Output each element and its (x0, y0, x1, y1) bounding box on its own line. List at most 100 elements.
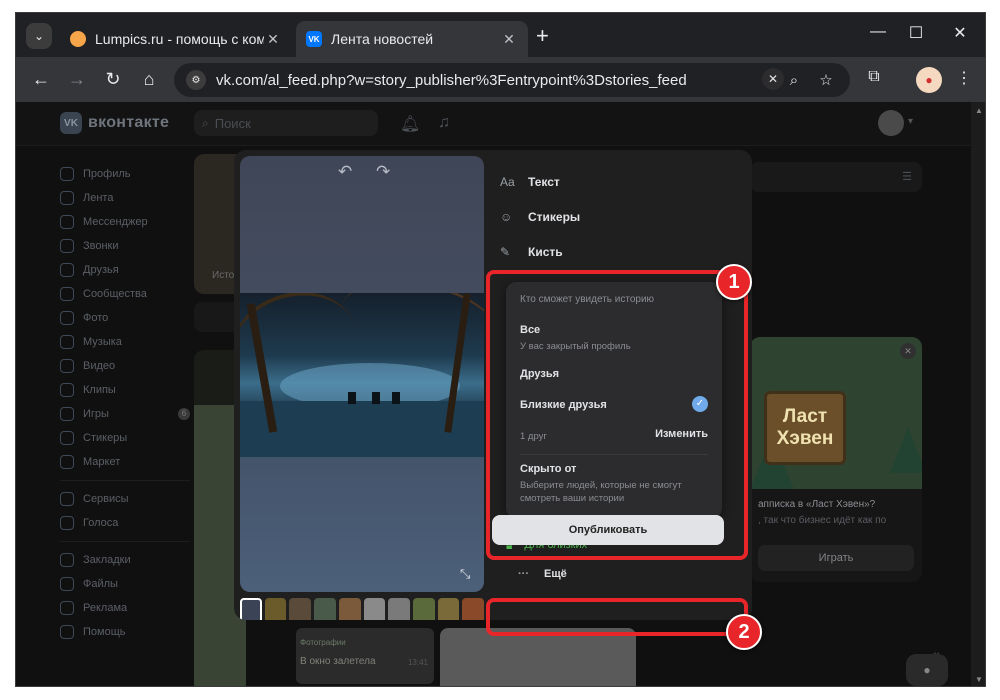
sidebar-item[interactable]: Файлы (60, 572, 190, 596)
extensions-icon[interactable]: ⧉ (862, 68, 886, 92)
new-tab-button[interactable]: + (536, 25, 549, 47)
sidebar-item[interactable]: Лента (60, 186, 190, 210)
vk-logo[interactable]: VK вконтакте (60, 112, 169, 134)
story-thumbnail[interactable] (338, 598, 361, 620)
music-note-icon[interactable]: ♫ (438, 114, 450, 132)
story-thumbnail[interactable] (412, 598, 435, 620)
sidebar-item[interactable]: Музыка (60, 330, 190, 354)
play-button[interactable]: Играть (758, 545, 914, 571)
stickers-icon (60, 431, 74, 445)
more-label: Ещё (544, 568, 567, 580)
sidebar-item[interactable]: Фото (60, 306, 190, 330)
game-logo-line: Хэвен (776, 428, 834, 449)
scrollbar[interactable]: ▲ ▼ (971, 102, 985, 686)
game-banner: Ласт Хэвен ✕ (750, 337, 922, 489)
sidebar-item-label: Закладки (83, 554, 131, 566)
lumpics-orange-icon (70, 31, 86, 47)
tool-item[interactable]: ☺ Стикеры (500, 199, 740, 234)
sidebar-item[interactable]: Сообщества (60, 282, 190, 306)
bookmark-star-icon[interactable]: ☆ (814, 71, 838, 89)
bookmarks-icon (60, 553, 74, 567)
chevron-down-icon[interactable]: ▾ (908, 116, 913, 127)
bell-icon[interactable]: 🔔︎ (400, 114, 420, 134)
sidebar-item[interactable]: Помощь (60, 620, 190, 644)
text-tool-icon: Aa (500, 174, 515, 189)
sidebar-item[interactable]: Видео (60, 354, 190, 378)
undo-icon[interactable]: ↶ (338, 162, 352, 182)
logo-text: вконтакте (88, 114, 170, 131)
avatar[interactable] (878, 110, 904, 136)
shrink-icon[interactable]: ⤡ (460, 566, 470, 582)
vk-icon: VK (306, 31, 322, 47)
scroll-up-icon[interactable]: ▲ (975, 106, 983, 115)
game-logo-line: Ласт (782, 406, 828, 427)
address-bar[interactable]: ⚙ vk.com/al_feed.php?w=story_publisher%3… (174, 63, 850, 97)
sidebar-item[interactable]: Звонки (60, 234, 190, 258)
menu-dots-icon[interactable]: ⋮ (952, 68, 976, 92)
story-thumbnail[interactable] (289, 598, 312, 620)
story-canvas[interactable]: ↶ ↷ ⤡ (240, 156, 484, 592)
sidebar-item[interactable]: Клипы (60, 378, 190, 402)
tab-lumpics[interactable]: Lumpics.ru - помощь с компь ✕ (60, 21, 292, 57)
scroll-down-icon[interactable]: ▼ (975, 675, 983, 684)
sidebar-item[interactable]: Сервисы (60, 487, 190, 511)
tool-item[interactable]: Aa Текст (500, 164, 740, 199)
sidebar-item[interactable]: Голоса (60, 511, 190, 535)
tab-title: Лента новостей (331, 31, 434, 47)
tool-label: Текст (528, 174, 560, 189)
feed-filter-panel: ☰ (750, 162, 922, 192)
more-button[interactable]: ··· Ещё (518, 568, 567, 580)
forward-arrow-icon[interactable]: → (66, 69, 88, 89)
zoom-icon[interactable]: ⌕ (782, 72, 806, 89)
search-input[interactable]: ⌕ Поиск (194, 110, 378, 136)
sidebar-item-label: Лента (83, 192, 114, 204)
filter-icon[interactable]: ☰ (902, 170, 912, 183)
close-icon[interactable]: ✕ (500, 31, 518, 48)
tab-vk-feed[interactable]: VK Лента новостей ✕ (296, 21, 528, 57)
game-logo: Ласт Хэвен (764, 391, 846, 465)
sidebar-item-label: Реклама (83, 602, 128, 614)
back-arrow-icon[interactable]: ← (30, 69, 52, 89)
sidebar-item-label: Голоса (83, 517, 119, 529)
story-thumbnail[interactable] (462, 598, 484, 620)
chat-bubble-icon[interactable]: ● (906, 654, 948, 686)
chat-preview[interactable]: Фотографии В окно залетела 13:41 (296, 628, 434, 684)
sidebar-item[interactable]: Реклама (60, 596, 190, 620)
game-ad-card[interactable]: Ласт Хэвен ✕ апписка в «Ласт Хэвен»? , т… (750, 337, 922, 582)
story-thumbnail[interactable] (363, 598, 386, 620)
story-thumbnail[interactable] (437, 598, 460, 620)
story-thumbnail[interactable] (264, 598, 287, 620)
url-text[interactable]: vk.com/al_feed.php?w=story_publisher%3Fe… (216, 72, 774, 89)
close-icon[interactable]: ✕ (900, 343, 916, 359)
profile-avatar-icon[interactable]: ● (916, 67, 942, 93)
home-icon[interactable]: ⌂ (138, 69, 160, 89)
close-icon[interactable]: ✕ (264, 31, 282, 48)
votes-icon (60, 516, 74, 530)
sidebar-item[interactable]: Стикеры (60, 426, 190, 450)
reload-icon[interactable]: ↻ (102, 69, 124, 89)
story-thumbnail[interactable] (240, 598, 262, 620)
site-info-icon[interactable]: ⚙ (186, 70, 206, 90)
tab-search-button[interactable]: ⌄ (26, 23, 52, 49)
stories-label: Исто (212, 270, 235, 281)
game-title: апписка в «Ласт Хэвен»? (758, 499, 876, 510)
window-close-icon[interactable]: ✕ (950, 23, 970, 43)
redo-icon[interactable]: ↷ (376, 162, 390, 182)
sidebar-item[interactable]: Друзья (60, 258, 190, 282)
sidebar-item[interactable]: Игры 6 (60, 402, 190, 426)
minimize-icon[interactable]: — (868, 23, 888, 41)
sidebar-item[interactable]: Маркет (60, 450, 190, 474)
sidebar-item[interactable]: Закладки (60, 548, 190, 572)
sidebar-item[interactable]: Мессенджер (60, 210, 190, 234)
story-thumbnail[interactable] (388, 598, 410, 620)
tool-item[interactable]: ✎ Кисть (500, 234, 740, 269)
help-icon (60, 625, 74, 639)
maximize-icon[interactable]: ☐ (906, 23, 926, 43)
tool-label: Кисть (528, 244, 563, 259)
services-icon (60, 492, 74, 506)
story-thumbnail[interactable] (314, 598, 336, 620)
story-photo[interactable] (240, 293, 484, 457)
files-icon (60, 577, 74, 591)
sidebar-item[interactable]: Профиль (60, 162, 190, 186)
close-icon[interactable]: ✕ (762, 68, 784, 90)
